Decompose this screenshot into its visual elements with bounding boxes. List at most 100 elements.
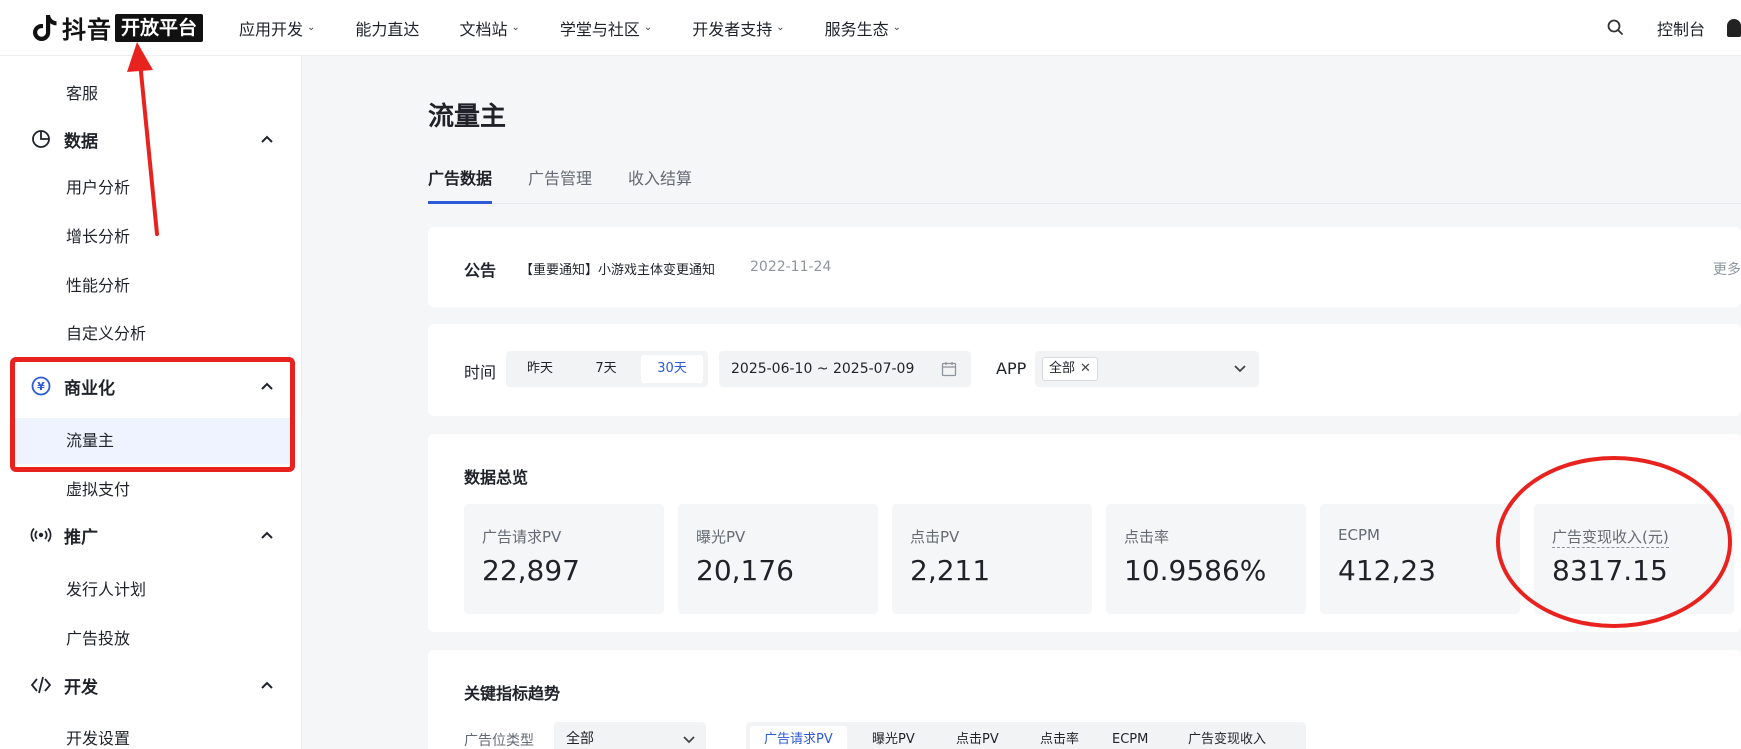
- notice-label: 公告: [464, 261, 497, 280]
- sidebar-item-growth-analysis[interactable]: 增长分析: [66, 223, 130, 247]
- trend-metric-tabs: 广告请求PV 曝光PV 点击PV 点击率 ECPM 广告变现收入: [746, 722, 1306, 749]
- nav-item-support[interactable]: 开发者支持 ⌄: [692, 16, 784, 40]
- chevron-down-icon: [683, 736, 695, 744]
- overview-title: 数据总览: [464, 468, 529, 487]
- metric-card: 曝光PV 20,176: [678, 504, 878, 614]
- nav-right: 控制台: [1605, 0, 1741, 56]
- trend-tab-ctr[interactable]: 点击率: [1026, 726, 1093, 749]
- chevron-down-icon: ⌄: [307, 22, 316, 33]
- chevron-down-icon: ⌄: [776, 22, 785, 33]
- sidebar-item-user-analysis[interactable]: 用户分析: [66, 174, 130, 198]
- app-tag: 全部 ✕: [1042, 357, 1098, 381]
- sidebar-group-label: 商业化: [64, 378, 115, 399]
- top-navbar: 抖音 开放平台 应用开发 ⌄ 能力直达 文档站 ⌄ 学堂与社区 ⌄ 开发者支持 ⌄ 服务…: [0, 0, 1741, 56]
- overview-card: 数据总览 广告请求PV 22,897 曝光PV 20,176 点击PV 2,21…: [428, 434, 1741, 632]
- tab-ad-management[interactable]: 广告管理: [528, 164, 592, 204]
- trend-tab-click-pv[interactable]: 点击PV: [942, 726, 1013, 749]
- sidebar-group-data[interactable]: 数据: [28, 126, 274, 152]
- sidebar-group-label: 开发: [64, 677, 98, 698]
- douyin-logo-icon: [33, 14, 57, 41]
- sidebar-item-customer-service[interactable]: 客服: [66, 80, 98, 104]
- date-range-value: 2025-06-10 ~ 2025-07-09: [731, 361, 915, 377]
- metric-card: ECPM 412,23: [1320, 504, 1520, 614]
- metric-label: 广告请求PV: [482, 528, 562, 546]
- sidebar-group-promotion[interactable]: 推广: [28, 522, 274, 548]
- time-option-30days[interactable]: 30天: [641, 355, 703, 383]
- sidebar-group-monetization[interactable]: ¥ 商业化: [28, 373, 274, 399]
- search-icon[interactable]: [1605, 17, 1627, 39]
- app-label: APP: [996, 359, 1027, 378]
- metric-value: 20,176: [696, 554, 794, 587]
- sidebar-item-ad-delivery[interactable]: 广告投放: [66, 625, 130, 649]
- ad-slot-type-label: 广告位类型: [464, 733, 534, 749]
- notice-link[interactable]: 【重要通知】小游戏主体变更通知: [520, 259, 715, 278]
- time-option-7days[interactable]: 7天: [575, 355, 637, 383]
- metric-card-revenue: 广告变现收入(元) 8317.15: [1534, 504, 1734, 614]
- trend-card: 关键指标趋势 广告位类型 全部 广告请求PV 曝光PV 点击PV 点击率 ECP…: [428, 650, 1741, 749]
- notice-card: 公告 【重要通知】小游戏主体变更通知 2022-11-24 更多: [428, 227, 1741, 307]
- sidebar-group-dev[interactable]: 开发: [28, 672, 274, 698]
- sidebar-item-traffic-owner[interactable]: 流量主: [66, 427, 114, 451]
- metric-value: 412,23: [1338, 554, 1436, 587]
- tab-revenue-settlement[interactable]: 收入结算: [628, 164, 692, 204]
- trend-tab-revenue[interactable]: 广告变现收入: [1174, 726, 1280, 749]
- nav-item-capabilities[interactable]: 能力直达: [355, 16, 419, 40]
- broadcast-icon: [28, 522, 54, 548]
- trend-tab-ecpm[interactable]: ECPM: [1098, 726, 1162, 749]
- chevron-down-icon: ⌄: [643, 22, 653, 33]
- sidebar-item-custom-analysis[interactable]: 自定义分析: [66, 320, 146, 344]
- sidebar-item-virtual-payment[interactable]: 虚拟支付: [66, 476, 130, 500]
- nav-menu: 应用开发 ⌄ 能力直达 文档站 ⌄ 学堂与社区 ⌄ 开发者支持 ⌄ 服务生态 ⌄: [239, 16, 941, 40]
- app-select[interactable]: 全部 ✕: [1035, 351, 1259, 387]
- close-icon[interactable]: ✕: [1080, 358, 1091, 380]
- brand-badge: 开放平台: [115, 13, 204, 42]
- metric-label: 点击率: [1124, 528, 1170, 546]
- filter-card: 时间 昨天 7天 30天 2025-06-10 ~ 2025-07-09 APP…: [428, 324, 1741, 416]
- notice-date: 2022-11-24: [750, 259, 832, 275]
- main-content: 流量主 广告数据 广告管理 收入结算 公告 【重要通知】小游戏主体变更通知 20…: [302, 56, 1741, 749]
- sidebar-item-publisher-plan[interactable]: 发行人计划: [66, 576, 146, 600]
- ad-slot-type-select[interactable]: 全部: [554, 722, 706, 749]
- pie-chart-icon: [28, 126, 54, 152]
- sidebar-item-dev-settings[interactable]: 开发设置: [66, 725, 130, 749]
- yen-icon: ¥: [28, 373, 54, 399]
- metric-label: ECPM: [1338, 526, 1380, 544]
- chevron-down-icon: [1234, 365, 1246, 373]
- metric-value: 2,211: [910, 554, 991, 587]
- time-option-yesterday[interactable]: 昨天: [509, 355, 571, 383]
- notice-more-link[interactable]: 更多: [1713, 259, 1741, 279]
- console-link[interactable]: 控制台: [1657, 16, 1705, 40]
- bell-icon[interactable]: [1727, 19, 1741, 37]
- chevron-up-icon: [261, 531, 273, 539]
- calendar-icon: [941, 362, 957, 377]
- metric-value: 8317.15: [1552, 554, 1668, 587]
- page-title: 流量主: [428, 102, 507, 132]
- date-range-picker[interactable]: 2025-06-10 ~ 2025-07-09: [719, 351, 971, 387]
- tab-ad-data[interactable]: 广告数据: [428, 164, 493, 204]
- nav-item-docs[interactable]: 文档站 ⌄: [459, 16, 519, 40]
- brand-name: 抖音: [62, 16, 112, 44]
- sidebar-active-highlight: [14, 418, 290, 464]
- page-tabs: 广告数据 广告管理 收入结算: [428, 164, 1741, 204]
- logo[interactable]: 抖音 开放平台: [32, 10, 204, 46]
- time-label: 时间: [464, 363, 497, 382]
- chevron-up-icon: [261, 681, 273, 689]
- metric-value: 22,897: [482, 554, 580, 587]
- chevron-up-icon: [261, 382, 273, 390]
- code-icon: [28, 672, 54, 698]
- metric-card: 点击率 10.9586%: [1106, 504, 1306, 614]
- nav-item-ecosystem[interactable]: 服务生态 ⌄: [825, 16, 901, 40]
- trend-tab-request-pv[interactable]: 广告请求PV: [750, 726, 847, 749]
- svg-text:¥: ¥: [37, 380, 45, 393]
- metric-card: 广告请求PV 22,897: [464, 504, 664, 614]
- nav-item-academy[interactable]: 学堂与社区 ⌄: [560, 16, 652, 40]
- chevron-up-icon: [261, 135, 273, 143]
- trend-tab-exposure-pv[interactable]: 曝光PV: [858, 726, 929, 749]
- sidebar-item-performance-analysis[interactable]: 性能分析: [66, 272, 130, 296]
- metric-value: 10.9586%: [1124, 554, 1267, 587]
- chevron-down-icon: ⌄: [511, 22, 520, 33]
- metric-label: 曝光PV: [696, 528, 746, 546]
- metric-label[interactable]: 广告变现收入(元): [1552, 526, 1669, 548]
- nav-item-app-dev[interactable]: 应用开发 ⌄: [239, 16, 315, 40]
- trend-title: 关键指标趋势: [464, 684, 561, 703]
